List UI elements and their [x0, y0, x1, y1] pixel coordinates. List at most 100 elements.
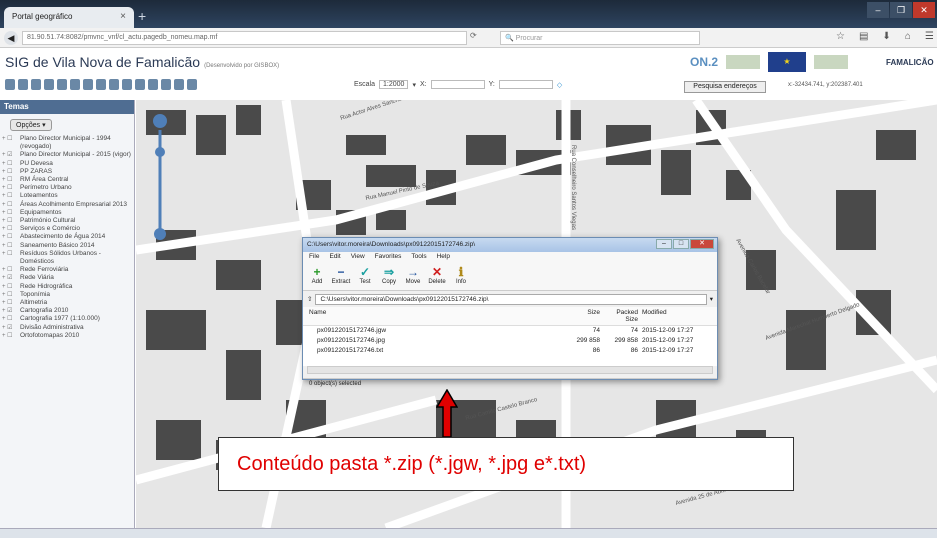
- url-bar[interactable]: 81.90.51.74:8082/pmvnc_vnf/cl_actu.paged…: [22, 31, 467, 45]
- layer-item[interactable]: Rede Viária: [2, 274, 134, 282]
- archive-menu-item[interactable]: Help: [437, 253, 450, 262]
- query-tool-icon[interactable]: [109, 79, 119, 90]
- export-tool-icon[interactable]: [148, 79, 158, 90]
- file-modified: 2015-12-09 17:27: [642, 347, 694, 354]
- layer-item[interactable]: Perímetro Urbano: [2, 184, 134, 192]
- identify-tool-icon[interactable]: [57, 79, 67, 90]
- layer-item[interactable]: Resíduos Sólidos Urbanos - Domésticos: [2, 250, 134, 266]
- tab-portal[interactable]: Portal geográfico ×: [4, 7, 134, 28]
- archive-tool-add-button[interactable]: + Add: [309, 265, 325, 288]
- download-icon[interactable]: ⬇: [882, 31, 890, 42]
- file-size: 86: [592, 347, 600, 354]
- close-window-button[interactable]: ✕: [913, 2, 935, 18]
- locate-icon[interactable]: ◇: [557, 81, 562, 89]
- add-icon: +: [313, 265, 321, 279]
- archive-tool-extract-button[interactable]: − Extract: [332, 265, 351, 288]
- bookmark-star-icon[interactable]: ☆: [836, 31, 845, 42]
- settings-tool-icon[interactable]: [187, 79, 197, 90]
- layer-item[interactable]: PP ZARAS: [2, 168, 134, 176]
- refresh-tool-icon[interactable]: [135, 79, 145, 90]
- info-tool-icon[interactable]: [96, 79, 106, 90]
- back-icon[interactable]: ◀: [4, 31, 18, 45]
- horizontal-scrollbar[interactable]: [307, 366, 713, 374]
- print-tool-icon[interactable]: [70, 79, 80, 90]
- layer-item[interactable]: Plano Director Municipal - 2015 (vigor): [2, 151, 134, 159]
- tab-bar: Portal geográfico × + – ❐ ✕: [0, 0, 937, 28]
- layer-item[interactable]: Cartografia 1977 (1:10.000): [2, 315, 134, 323]
- options-button[interactable]: Opções ▾: [10, 119, 52, 131]
- zoom-in-tool-icon[interactable]: [5, 79, 15, 90]
- archive-window-controls: – □ ✕: [656, 239, 714, 249]
- layer-item[interactable]: Rede Ferroviária: [2, 266, 134, 274]
- archive-tool-move-button[interactable]: → Move: [405, 265, 421, 288]
- archive-path-input[interactable]: C:\Users\vitor.moreira\Downloads\px09122…: [315, 293, 707, 305]
- search-input[interactable]: 🔍 Procurar: [500, 31, 700, 45]
- zoom-extent-tool-icon[interactable]: [44, 79, 54, 90]
- table-tool-icon[interactable]: [161, 79, 171, 90]
- archive-tool-delete-button[interactable]: ✕ Delete: [428, 265, 446, 288]
- col-modified[interactable]: Modified: [642, 309, 702, 323]
- archive-tool-label: Info: [455, 279, 466, 285]
- archive-toolbar: + Add − Extract ✓ Test ⇒ Copy → Move ✕ Delete ℹ Info: [303, 263, 717, 291]
- layer-item[interactable]: Divisão Administrativa: [2, 324, 134, 332]
- layer-item[interactable]: Toponímia: [2, 291, 134, 299]
- zoom-box-tool-icon[interactable]: [31, 79, 41, 90]
- archive-file-row[interactable]: px09122015172746.jgw 74 74 2015-12-09 17:27: [303, 326, 717, 336]
- layer-item[interactable]: Abastecimento de Água 2014: [2, 233, 134, 241]
- archive-close-button[interactable]: ✕: [690, 239, 714, 249]
- layer-item[interactable]: Plano Director Municipal - 1994 (revogad…: [2, 135, 134, 151]
- col-size[interactable]: Size: [519, 309, 604, 323]
- archive-maximize-button[interactable]: □: [673, 239, 689, 249]
- layer-item[interactable]: Saneamento Básico 2014: [2, 242, 134, 250]
- maximize-button[interactable]: ❐: [890, 2, 912, 18]
- x-input[interactable]: [430, 80, 485, 89]
- file-name: px09122015172746.jpg: [317, 337, 385, 344]
- layer-item[interactable]: Cartografia 2010: [2, 307, 134, 315]
- layer-item[interactable]: Património Cultural: [2, 217, 134, 225]
- chevron-down-icon[interactable]: ▾: [412, 81, 416, 89]
- app-title: SIG de Vila Nova de Famalicão (Desenvolvi…: [5, 54, 279, 70]
- home-icon[interactable]: ⌂: [905, 31, 911, 42]
- archive-menu-item[interactable]: Favorites: [375, 253, 402, 262]
- feder-logo: [814, 55, 849, 69]
- address-search-button[interactable]: Pesquisa endereços: [684, 81, 766, 93]
- archive-file-row[interactable]: px09122015172746.txt 86 86 2015-12-09 17:27: [303, 346, 717, 356]
- menu-icon[interactable]: ☰: [925, 31, 934, 42]
- col-name[interactable]: Name: [309, 309, 519, 323]
- layer-tool-icon[interactable]: [122, 79, 132, 90]
- measure-tool-icon[interactable]: [83, 79, 93, 90]
- zoom-out-tool-icon[interactable]: [18, 79, 28, 90]
- archive-tool-label: Delete: [428, 279, 446, 285]
- layer-item[interactable]: Equipamentos: [2, 209, 134, 217]
- zoom-slider[interactable]: [151, 112, 169, 242]
- archive-menu-item[interactable]: View: [351, 253, 365, 262]
- y-input[interactable]: [498, 80, 553, 89]
- archive-tool-copy-button[interactable]: ⇒ Copy: [381, 265, 397, 288]
- layer-item[interactable]: Ortofotomapas 2010: [2, 332, 134, 340]
- layer-item[interactable]: Rede Hidrográfica: [2, 283, 134, 291]
- scale-select[interactable]: 1:2000: [379, 80, 409, 89]
- reload-icon[interactable]: ⟳: [470, 31, 477, 40]
- archive-file-row[interactable]: px09122015172746.jpg 299 858 299 858 2015-1…: [303, 336, 717, 346]
- up-folder-icon[interactable]: ⇧: [307, 295, 312, 303]
- panel-header: Temas: [0, 100, 134, 114]
- layer-item[interactable]: Áreas Acolhimento Empresarial 2013: [2, 201, 134, 209]
- chevron-down-icon[interactable]: ▾: [710, 295, 713, 303]
- layer-item[interactable]: Loteamentos: [2, 192, 134, 200]
- layer-item[interactable]: Altimetria: [2, 299, 134, 307]
- archive-minimize-button[interactable]: –: [656, 239, 672, 249]
- layer-item[interactable]: RM Área Central: [2, 176, 134, 184]
- layer-item[interactable]: PU Devesa: [2, 160, 134, 168]
- col-packed-size[interactable]: Packed Size: [604, 309, 642, 323]
- archive-menu-item[interactable]: Edit: [329, 253, 340, 262]
- minimize-button[interactable]: –: [867, 2, 889, 18]
- tab-close-icon[interactable]: ×: [120, 11, 126, 22]
- file-modified: 2015-12-09 17:27: [642, 337, 694, 344]
- clipboard-icon[interactable]: ▤: [859, 31, 868, 42]
- new-tab-icon[interactable]: +: [138, 9, 154, 24]
- archive-tool-test-button[interactable]: ✓ Test: [357, 265, 373, 288]
- archive-tool-info-button[interactable]: ℹ Info: [453, 265, 469, 288]
- select-tool-icon[interactable]: [174, 79, 184, 90]
- archive-menu-item[interactable]: File: [309, 253, 319, 262]
- archive-menu-item[interactable]: Tools: [411, 253, 426, 262]
